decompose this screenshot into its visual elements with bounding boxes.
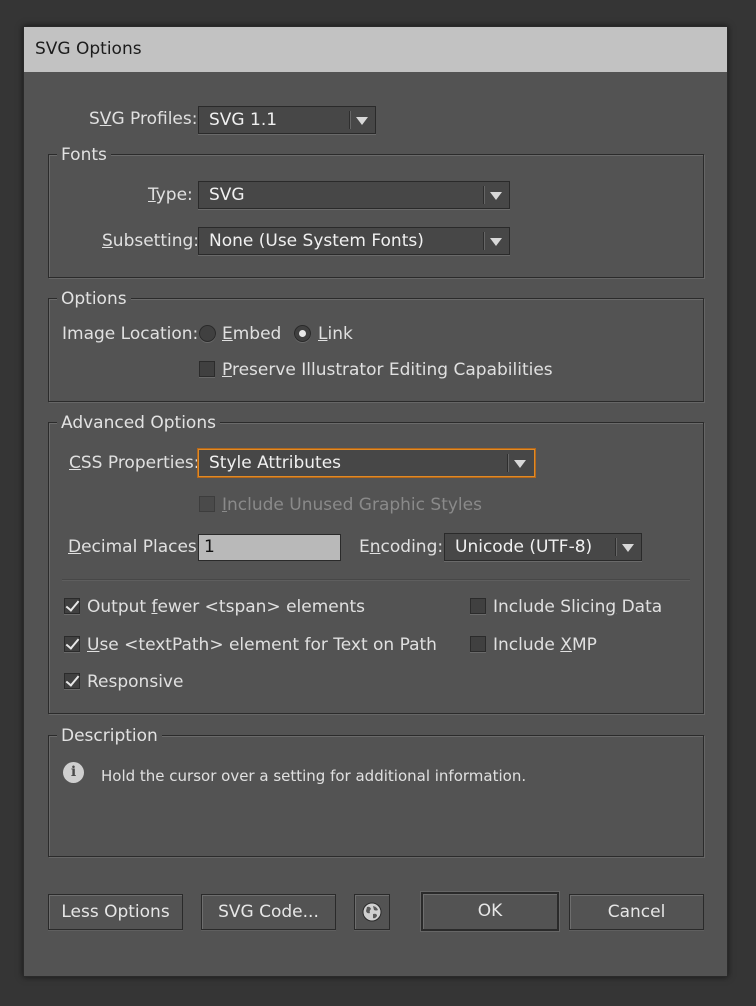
svg-profiles-label: SVG Profiles:	[89, 109, 198, 129]
description-group	[48, 735, 704, 857]
checkmark-icon	[65, 635, 80, 650]
use-textpath-checkbox[interactable]	[64, 635, 80, 652]
svg-profiles-value: SVG 1.1	[209, 110, 278, 130]
fonts-group	[48, 154, 704, 278]
dialog-title: SVG Options	[35, 39, 142, 59]
include-unused-styles-label: Include Unused Graphic Styles	[222, 495, 482, 515]
subsetting-value: None (Use System Fonts)	[209, 231, 424, 251]
less-options-button[interactable]: Less Options	[48, 894, 183, 930]
include-slicing-data-checkbox[interactable]	[470, 598, 486, 614]
font-type-value: SVG	[209, 185, 245, 205]
globe-icon	[362, 902, 382, 922]
embed-radio[interactable]	[199, 325, 216, 342]
use-textpath-label[interactable]: Use <textPath> element for Text on Path	[87, 635, 437, 655]
checkmark-icon	[65, 672, 80, 687]
description-text: Hold the cursor over a setting for addit…	[101, 767, 527, 785]
link-radio[interactable]	[294, 325, 311, 342]
fonts-group-title: Fonts	[57, 145, 111, 165]
css-properties-dropdown[interactable]: Style Attributes	[198, 449, 535, 477]
include-xmp-checkbox[interactable]	[470, 636, 486, 652]
cancel-button[interactable]: Cancel	[569, 894, 704, 930]
css-properties-label: CSS Properties:	[69, 453, 200, 473]
subsetting-label: Subsetting:	[102, 231, 200, 251]
chevron-down-icon	[622, 544, 634, 552]
encoding-dropdown[interactable]: Unicode (UTF-8)	[444, 533, 642, 561]
encoding-value: Unicode (UTF-8)	[455, 537, 593, 557]
chevron-down-icon	[514, 460, 526, 468]
preserve-editing-checkbox[interactable]	[199, 361, 215, 377]
include-xmp-label[interactable]: Include XMP	[493, 635, 597, 655]
link-label[interactable]: Link	[318, 324, 353, 344]
font-type-dropdown[interactable]: SVG	[198, 181, 510, 209]
css-properties-value: Style Attributes	[209, 453, 342, 473]
advanced-divider	[62, 579, 690, 580]
encoding-label: Encoding:	[359, 537, 444, 557]
decimal-places-input[interactable]: 1	[198, 534, 341, 561]
advanced-options-group-title: Advanced Options	[57, 413, 220, 433]
dialog-title-bar[interactable]: SVG Options	[24, 27, 727, 72]
output-fewer-tspan-label[interactable]: Output fewer <tspan> elements	[87, 597, 365, 617]
svg-profiles-dropdown[interactable]: SVG 1.1	[198, 106, 376, 134]
embed-label[interactable]: Embed	[222, 324, 281, 344]
options-group-title: Options	[57, 289, 131, 309]
chevron-down-icon	[490, 238, 502, 246]
options-group	[48, 298, 704, 402]
ok-button[interactable]: OK	[421, 892, 559, 931]
chevron-down-icon	[490, 192, 502, 200]
chevron-down-icon	[356, 117, 368, 125]
type-label: Type:	[148, 185, 193, 205]
web-preview-button[interactable]	[354, 894, 390, 930]
include-slicing-data-label[interactable]: Include Slicing Data	[493, 597, 662, 617]
subsetting-dropdown[interactable]: None (Use System Fonts)	[198, 227, 510, 255]
decimal-places-label: Decimal Places:	[68, 537, 203, 557]
svg-code-button[interactable]: SVG Code...	[201, 894, 336, 930]
responsive-checkbox[interactable]	[64, 672, 80, 689]
image-location-label: Image Location:	[62, 324, 199, 344]
responsive-label[interactable]: Responsive	[87, 672, 183, 692]
info-icon: i	[63, 762, 84, 783]
checkmark-icon	[65, 597, 80, 612]
preserve-editing-label[interactable]: Preserve Illustrator Editing Capabilitie…	[222, 360, 553, 380]
include-unused-styles-checkbox[interactable]	[199, 496, 215, 512]
radio-selected-dot	[299, 330, 306, 337]
description-group-title: Description	[57, 726, 162, 746]
output-fewer-tspan-checkbox[interactable]	[64, 597, 80, 614]
